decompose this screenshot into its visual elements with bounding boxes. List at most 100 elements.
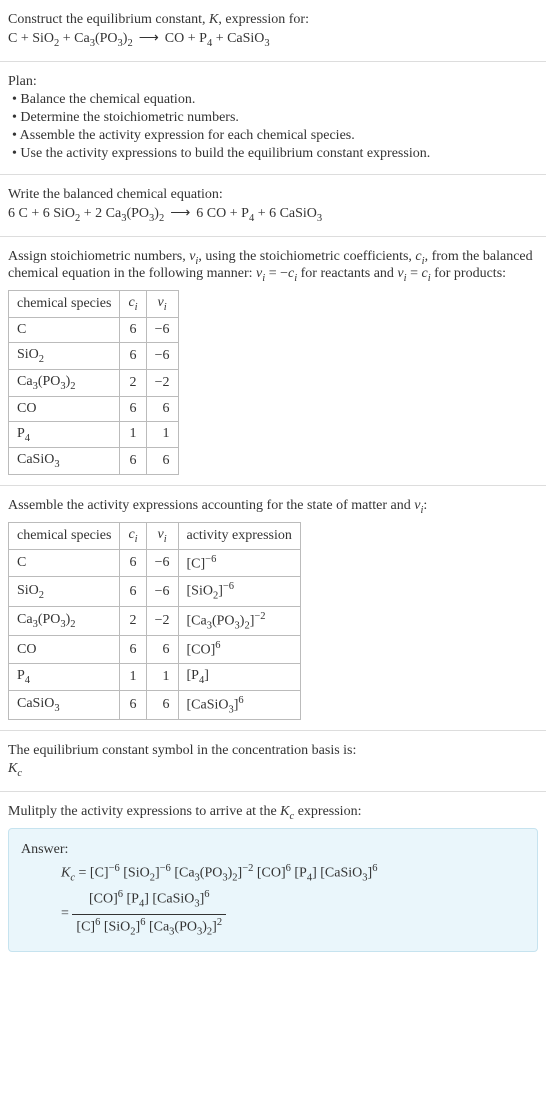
cell-species: Ca3(PO3)2 [9,369,120,396]
cell-ci: 6 [120,577,146,606]
th-nui: νi [146,291,178,318]
term: [Ca [171,866,195,881]
activity-section: Assemble the activity expressions accoun… [0,486,546,731]
table-row: CaSiO3 6 6 [CaSiO3]6 [9,690,301,719]
cell-ci: 1 [120,663,146,690]
multiply-text: Mulitply the activity expressions to arr… [8,804,538,822]
species-text: (PO [38,374,61,389]
balanced-section: Write the balanced chemical equation: 6 … [0,175,546,237]
cell-ci: 6 [120,549,146,577]
act-text: [C] [187,556,206,571]
cell-nui: −6 [146,577,178,606]
table-row: C 6 −6 [9,317,179,342]
species-sub: 2 [70,619,75,630]
stoichiometric-table: chemical species ci νi C 6 −6 SiO2 6 −6 … [8,290,179,475]
cell-nui: 1 [146,421,178,448]
act-text: [P [187,668,199,683]
term: [P [123,892,139,907]
term: [CaSiO [317,866,363,881]
table-row: Ca3(PO3)2 2 −2 [9,369,179,396]
table-row: SiO2 6 −6 [SiO2]−6 [9,577,301,606]
reaction-arrow-icon: ⟶ [133,31,165,46]
answer-expr-line2: = [CO]6 [P4] [CaSiO3]6 [C]6 [SiO2]6 [Ca3… [21,887,525,941]
intro-line1: Construct the equilibrium constant, K, e… [8,12,538,28]
species-sub: 2 [39,354,44,365]
eq-rhs: CO + P [165,31,207,46]
symbol-section: The equilibrium constant symbol in the c… [0,731,546,792]
plan-title: Plan: [8,74,538,90]
exp: 2 [217,917,222,928]
cell-ci: 2 [120,606,146,635]
multiply-p1: Mulitply the activity expressions to arr… [8,804,280,819]
cell-nui: −6 [146,549,178,577]
cell-ci: 6 [120,448,146,475]
cell-ci: 6 [120,690,146,719]
cell-species: CaSiO3 [9,690,120,719]
cell-activity: [SiO2]−6 [178,577,300,606]
cell-ci: 6 [120,636,146,664]
multiply-section: Mulitply the activity expressions to arr… [0,792,546,962]
act-sup: −2 [254,611,265,622]
eq-lhs: C + SiO [8,31,54,46]
K-symbol: K [61,866,70,881]
eq-part: (PO [126,206,149,221]
symbol-text: The equilibrium constant symbol in the c… [8,743,538,759]
term: (PO [174,919,197,934]
answer-expr-line1: Kc = [C]−6 [SiO2]−6 [Ca3(PO3)2]−2 [CO]6 … [21,861,525,887]
th-activity: activity expression [178,522,300,549]
th-species: chemical species [9,291,120,318]
term: [SiO [100,919,130,934]
plan-bullet: • Assemble the activity expression for e… [8,128,538,144]
i-sub: i [135,534,138,545]
table-row: CaSiO3 6 6 [9,448,179,475]
answer-label: Answer: [21,839,525,861]
i-sub: i [164,302,167,313]
act-sup: 6 [238,695,243,706]
term: [C] [90,866,109,881]
act-text: ] [204,668,209,683]
species-text: Ca [17,374,33,389]
cell-nui: 6 [146,448,178,475]
th-species: chemical species [9,522,120,549]
species-text: P [17,668,25,683]
cell-ci: 6 [120,342,146,369]
species-sub: 3 [54,459,59,470]
cell-ci: 2 [120,369,146,396]
table-row: P4 1 1 [9,421,179,448]
intro-text-1: Construct the equilibrium constant, [8,12,209,27]
answer-box: Answer: Kc = [C]−6 [SiO2]−6 [Ca3(PO3)2]−… [8,828,538,952]
cell-nui: −2 [146,606,178,635]
intro-section: Construct the equilibrium constant, K, e… [0,0,546,62]
exp: −6 [109,863,120,874]
act-text: [SiO [187,584,213,599]
table-row: CO 6 6 [9,396,179,421]
act-sup: −6 [223,581,234,592]
balanced-title: Write the balanced chemical equation: [8,187,538,203]
intro-text-2: , expression for: [218,12,309,27]
species-text: Ca [17,612,33,627]
assign-text: Assign stoichiometric numbers, νi, using… [8,249,538,285]
species-text: SiO [17,583,39,598]
eq-sign: = [75,866,90,881]
balanced-equation: 6 C + 6 SiO2 + 2 Ca3(PO3)2⟶6 CO + P4 + 6… [8,205,538,224]
cell-activity: [P4] [178,663,300,690]
eq-sign: = − [265,266,288,281]
species-sub: 4 [25,432,30,443]
eq-sign: = [407,266,422,281]
species-sub: 2 [39,590,44,601]
symbol-kc: Kc [8,761,538,779]
term: [C] [76,919,95,934]
eq-sign: = [61,906,72,921]
plan-bullet: • Balance the chemical equation. [8,92,538,108]
exp: −2 [242,863,253,874]
species-text: (PO [38,612,61,627]
eq-rhs2: + CaSiO [212,31,264,46]
species-text: CaSiO [17,452,54,467]
eq-sub: 3 [264,38,269,49]
species-sub: 4 [25,675,30,686]
fraction: [CO]6 [P4] [CaSiO3]6 [C]6 [SiO2]6 [Ca3(P… [72,887,226,941]
term: [CO] [89,892,118,907]
cell-species: C [9,317,120,342]
cell-species: CaSiO3 [9,448,120,475]
eq-part: 6 C + 6 SiO [8,206,75,221]
